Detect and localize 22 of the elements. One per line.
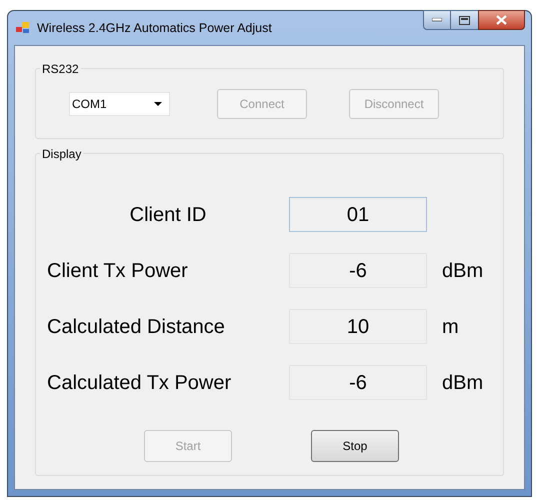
minimize-button[interactable] <box>423 10 451 30</box>
maximize-button[interactable] <box>451 10 478 30</box>
close-button[interactable] <box>478 10 525 30</box>
value-field[interactable]: 01 <box>289 197 427 232</box>
value-field[interactable]: -6 <box>289 365 427 400</box>
app-icon <box>16 22 30 34</box>
field-label: Client ID <box>130 202 206 228</box>
close-icon <box>496 15 507 25</box>
unit-label: dBm <box>442 370 484 396</box>
value-field[interactable]: 10 <box>289 309 427 344</box>
unit-label: m <box>442 314 459 340</box>
unit-label: dBm <box>442 258 484 284</box>
dropdown-arrow-icon <box>154 102 162 106</box>
field-label: Client Tx Power <box>47 258 188 284</box>
window-title: Wireless 2.4GHz Automatics Power Adjust <box>37 20 272 37</box>
value-field[interactable]: -6 <box>289 253 427 288</box>
maximize-icon <box>459 16 470 24</box>
minimize-icon <box>432 18 442 22</box>
button[interactable]: Stop <box>311 430 399 462</box>
field-label: Calculated Tx Power <box>47 370 232 396</box>
field-label: Calculated Distance <box>47 314 225 340</box>
port-dropdown[interactable]: COM1 <box>69 92 170 116</box>
